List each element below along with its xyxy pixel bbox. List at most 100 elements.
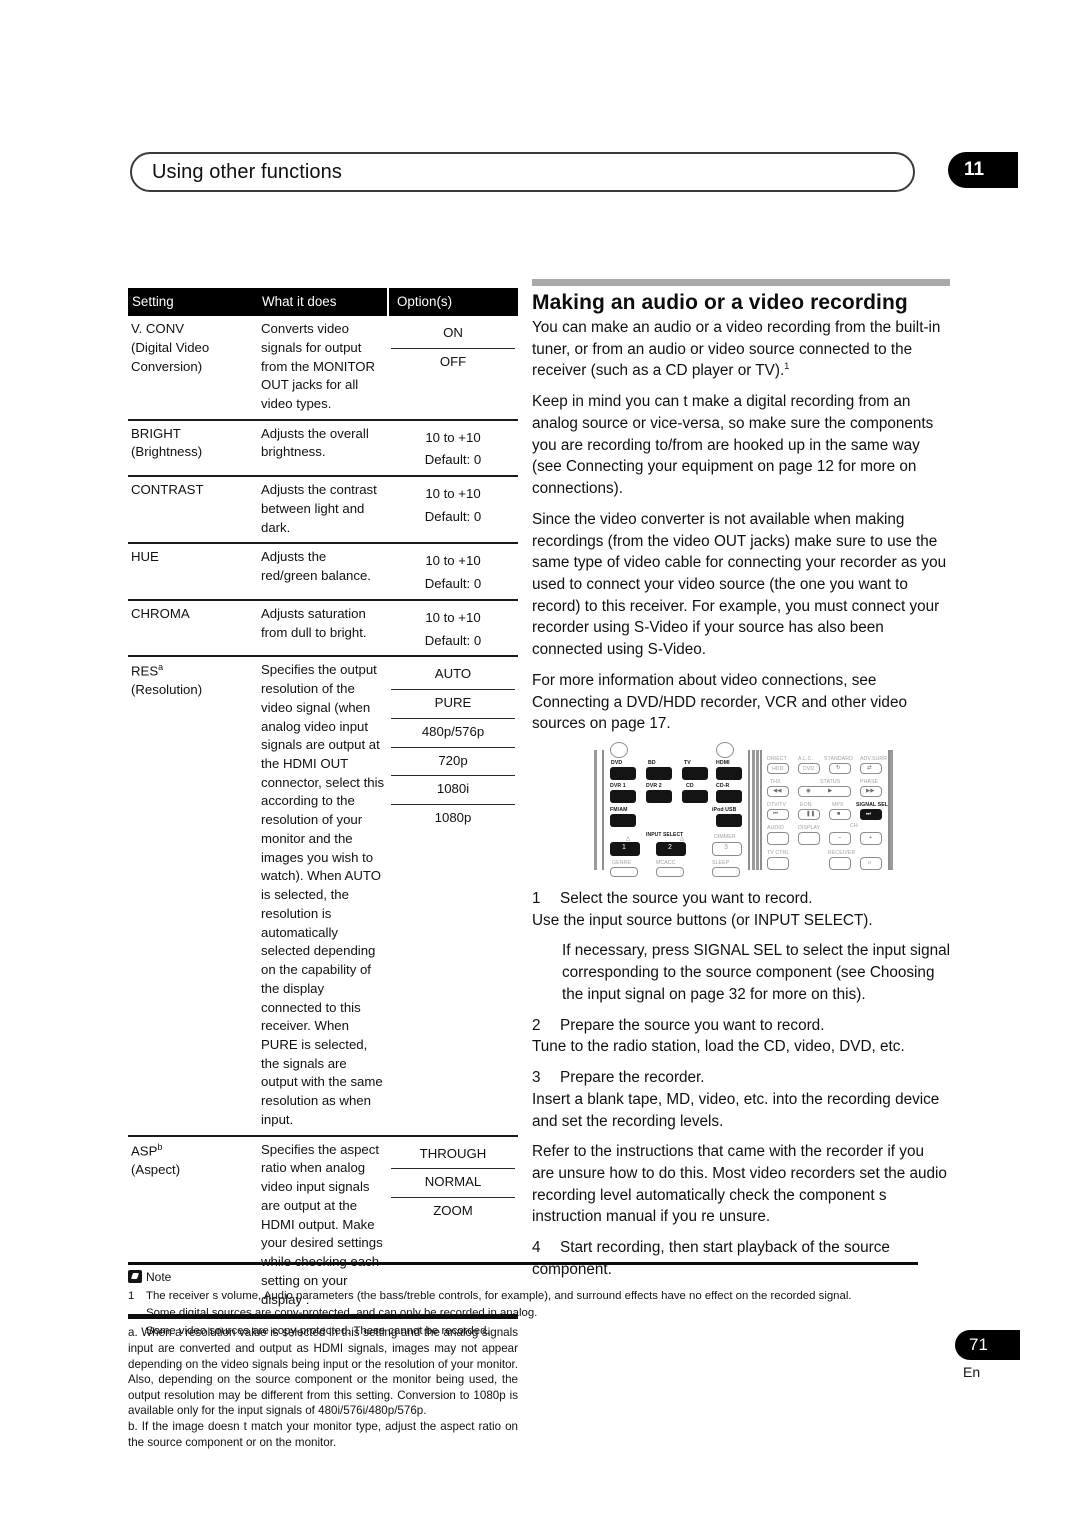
plus-icon: + — [869, 835, 873, 842]
rewind-icon: ◀◀ — [773, 788, 782, 795]
remote-button-tv[interactable] — [682, 767, 708, 781]
setting-code: V. CONV — [131, 321, 185, 337]
minus-icon: − — [838, 835, 842, 842]
option-item: 720p — [391, 746, 515, 776]
table-row: CHROMA Adjusts saturation from dull to b… — [128, 598, 518, 657]
remote-label-cd: CD — [686, 783, 694, 790]
page-language: En — [963, 1364, 981, 1380]
note-line: Some video sources are copy-protected. T… — [146, 1324, 490, 1337]
repeat-icon: ↻ — [836, 765, 841, 772]
remote-button-genre[interactable] — [610, 867, 638, 878]
step-3-note: Refer to the instructions that came with… — [532, 1143, 947, 1226]
note-pencil-icon — [128, 1270, 142, 1283]
setting-code: RES — [131, 663, 159, 679]
option-default: Default: 0 — [424, 508, 482, 524]
chapter-tab: 11 — [948, 152, 1018, 188]
section-paragraph-video-converter: Since the video converter is not availab… — [532, 510, 947, 659]
footnote-ref-1: 1 — [784, 361, 790, 372]
section-title: Making an audio or a video recording — [532, 291, 908, 314]
section-paragraph-intro: You can make an audio or a video recordi… — [532, 317, 950, 382]
remote-label-tv: TV — [684, 760, 691, 767]
cell-setting-name: CHROMA — [128, 598, 258, 657]
option-default: Default: 0 — [424, 576, 482, 592]
remote-button-audio[interactable] — [767, 832, 789, 846]
remote-label-dvr1: DVR 1 — [610, 783, 626, 790]
cell-description: Adjusts the red/green balance. — [258, 542, 388, 600]
page-number-tab: 71 — [955, 1330, 1020, 1360]
running-head-label: Using other functions — [152, 161, 342, 183]
remote-button-hdmi[interactable] — [716, 767, 742, 781]
option-item: 480p/576p — [391, 717, 515, 747]
note-heading: Note — [128, 1270, 171, 1284]
setting-long-name: (Aspect) — [131, 1161, 181, 1177]
remote-label-dimmer: DIMMER — [714, 834, 736, 841]
remote-button-cdr[interactable] — [716, 790, 742, 804]
remote-label-adv-surr: ADV.SURR — [860, 756, 888, 763]
play-icon: ▶ — [828, 788, 833, 795]
note-line: Some digital sources are copy-protected,… — [146, 1307, 538, 1320]
note-heading-label: Note — [146, 1270, 172, 1284]
remote-label-display: DISPLAY — [798, 825, 821, 832]
stop-icon: ◉ — [806, 788, 811, 795]
remote-button-cd[interactable] — [682, 790, 708, 804]
option-item: 1080i — [391, 775, 515, 804]
option-item: ON — [443, 325, 463, 341]
shuffle-icon: ⇄ — [867, 765, 872, 772]
remote-label-alc: A.L.C. — [798, 756, 814, 763]
remote-button-sleep[interactable] — [712, 867, 740, 878]
stop-square-icon: ■ — [837, 811, 841, 818]
remote-label-ch: CH — [850, 823, 858, 830]
option-item: 1080p — [391, 803, 515, 833]
remote-label-phase: PHASE — [860, 779, 879, 786]
setting-code: BRIGHT — [131, 425, 181, 441]
cell-setting-name: V. CONV (Digital Video Conversion) — [128, 316, 258, 420]
setting-long-name: (Resolution) — [131, 682, 203, 698]
step-4-title: Start recording, then start playback of … — [532, 1239, 890, 1278]
remote-button-bd[interactable] — [646, 767, 672, 781]
remote-label-mpx: MPX — [832, 802, 844, 809]
step-2: 2 Prepare the source you want to record. … — [532, 1015, 950, 1058]
remote-button-signal-sel[interactable] — [860, 809, 882, 821]
step-1-number: 1 — [532, 890, 541, 908]
options-list: AUTO PURE 480p/576p 720p 1080i 1080p — [391, 661, 515, 832]
remote-button-mcacc[interactable] — [656, 867, 684, 878]
remote-button-tv-ctrl[interactable] — [767, 857, 789, 871]
step-3-number: 3 — [532, 1069, 541, 1087]
cell-setting-name: HUE — [128, 542, 258, 600]
remote-label-dvd: DVD — [611, 760, 623, 767]
remote-button-display[interactable] — [798, 832, 820, 846]
settings-table: Setting What it does Option(s) V. CONV (… — [128, 288, 518, 1315]
note-lines: The receiver s volume, Audio parameters … — [146, 1288, 928, 1340]
remote-button-fmam[interactable] — [610, 814, 636, 828]
remote-button-dvr1[interactable] — [610, 790, 636, 804]
remote-button-receiver[interactable] — [829, 857, 851, 871]
remote-button-dvr2[interactable] — [646, 790, 672, 804]
remote-button-ipod-usb[interactable] — [716, 814, 742, 828]
remote-button-skip-back[interactable] — [767, 809, 789, 821]
remote-label-thx: THX — [770, 779, 781, 786]
option-item: 10 to +10 — [425, 429, 481, 445]
remote-label-status: STATUS — [820, 779, 841, 786]
option-item: 10 to +10 — [425, 553, 481, 569]
option-default: Default: 0 — [424, 632, 482, 648]
table-row: RESa (Resolution) Specifies the output r… — [128, 655, 518, 1136]
remote-button-1-label: 1 — [622, 844, 626, 852]
table-row: CONTRAST Adjusts the contrast between li… — [128, 475, 518, 544]
step-3-title: Prepare the recorder. — [560, 1069, 705, 1087]
fast-forward-icon: ▶▶ — [866, 788, 875, 795]
remote-edge-right — [890, 750, 893, 871]
remote-button-dvd-label: DVD — [803, 766, 815, 773]
step-4: 4 Start recording, then start playback of… — [532, 1237, 950, 1280]
cell-description: Adjusts saturation from dull to bright. — [258, 598, 388, 657]
setting-code: HUE — [131, 549, 159, 565]
step-3: 3 Prepare the recorder. Insert a blank ta… — [532, 1067, 950, 1132]
option-item: THROUGH — [419, 1145, 487, 1161]
option-item: PURE — [391, 689, 515, 718]
remote-label-direct: DIRECT — [767, 756, 787, 763]
step-2-detail: Tune to the radio station, load the CD, … — [532, 1038, 905, 1056]
options-list: 10 to +10 Default: 0 — [391, 481, 515, 526]
cell-description: Adjusts the contrast between light and d… — [258, 475, 388, 544]
page-number: 71 — [969, 1335, 988, 1354]
note-separator-rule — [128, 1262, 918, 1265]
remote-button-dvd[interactable] — [610, 767, 636, 781]
